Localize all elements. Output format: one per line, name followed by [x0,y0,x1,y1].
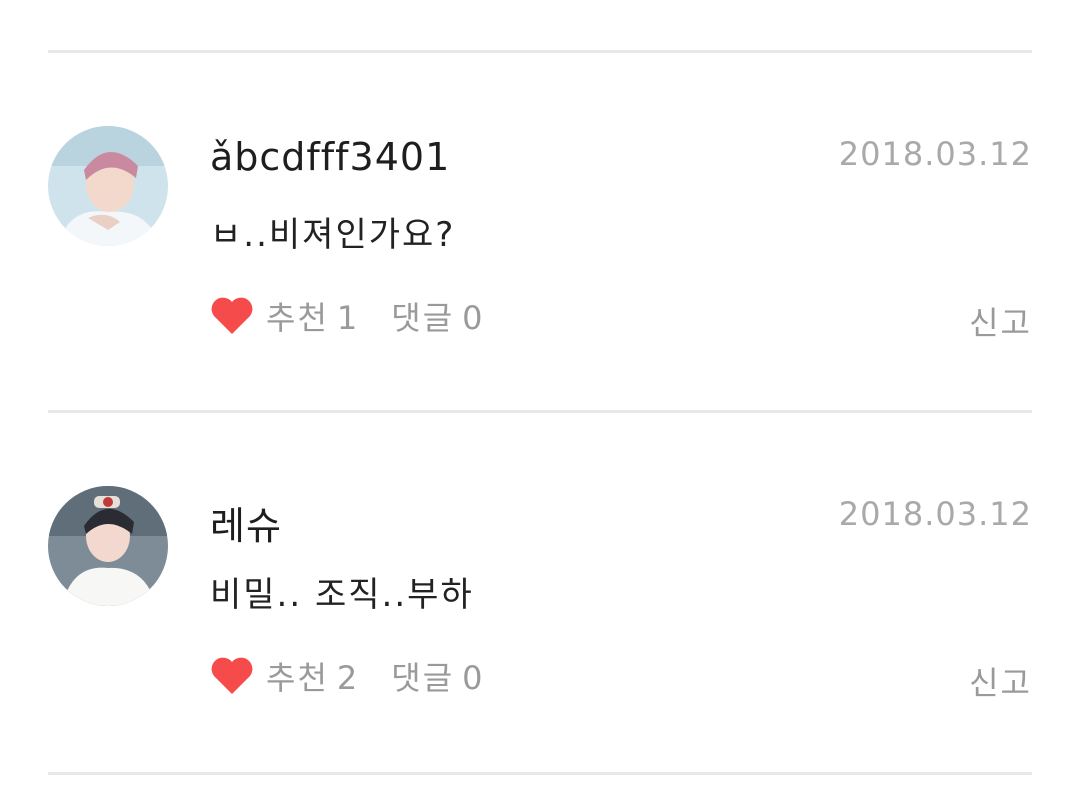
avatar[interactable] [48,126,168,246]
like-button[interactable]: 추천 2 [266,653,359,699]
reply-button[interactable]: 댓글 0 [391,293,484,339]
like-count: 1 [336,299,360,337]
report-button[interactable]: 신고 [969,658,1032,704]
like-count: 2 [336,659,360,697]
comment-actions: 추천 1 댓글 0 [210,294,485,338]
avatar-image [48,486,168,606]
username[interactable]: 레슈 [210,495,282,550]
like-label: 추천 [266,299,329,337]
username[interactable]: ǎbcdfff3401 [210,135,450,179]
reply-label: 댓글 [391,299,455,337]
comment-actions: 추천 2 댓글 0 [210,654,485,698]
reply-count: 0 [462,659,485,697]
heart-icon[interactable] [210,296,254,336]
reply-count: 0 [462,299,485,337]
reply-button[interactable]: 댓글 0 [391,653,484,699]
heart-icon[interactable] [210,656,254,696]
avatar[interactable] [48,486,168,606]
divider [48,772,1032,775]
like-button[interactable]: 추천 1 [266,293,359,339]
comment-date: 2018.03.12 [838,135,1032,173]
comment-item: 레슈 2018.03.12 비밀.. 조직..부하 추천 2 댓글 0 신고 [0,413,1080,713]
avatar-image [48,126,168,246]
reply-label: 댓글 [391,659,455,697]
like-label: 추천 [266,659,329,697]
comment-item: ǎbcdfff3401 2018.03.12 ㅂ..비져인가요? 추천 1 댓글 0… [0,53,1080,353]
comment-text: 비밀.. 조직..부하 [210,575,474,615]
comment-date: 2018.03.12 [838,495,1032,533]
report-button[interactable]: 신고 [969,298,1032,344]
comment-text: ㅂ..비져인가요? [210,215,456,255]
